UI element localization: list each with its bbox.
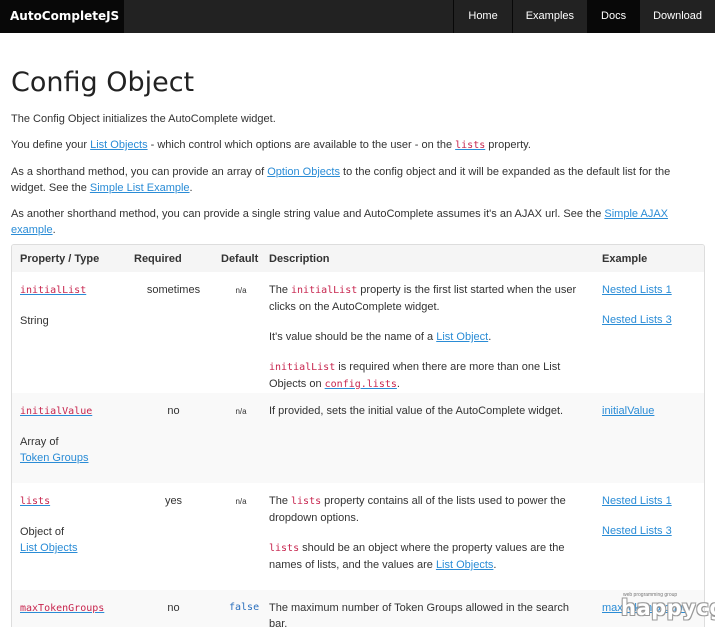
text: As another shorthand method, you can pro… — [11, 208, 605, 220]
table-header-row: Property / Type Required Default Descrip… — [12, 245, 704, 272]
header-description: Description — [261, 245, 594, 272]
config-lists-link: config.lists — [325, 378, 397, 390]
header-default: Default — [221, 245, 261, 272]
description-cell: If provided, sets the initial value of t… — [261, 393, 594, 483]
code[interactable]: maxTokenGroups — [20, 603, 104, 614]
type-label: String — [20, 315, 49, 327]
header-property: Property / Type — [12, 245, 134, 272]
property-cell: initialList String — [12, 272, 134, 393]
config-table-panel: Property / Type Required Default Descrip… — [11, 244, 705, 627]
top-navbar: AutoCompleteJS Home Examples Docs Downlo… — [0, 0, 715, 33]
default-cell: n/a — [235, 286, 247, 295]
table-row: initialValue Array of Token Groups no n/… — [12, 393, 704, 483]
brand-link[interactable]: AutoCompleteJS — [0, 0, 124, 33]
required-cell: no — [134, 590, 221, 627]
code[interactable]: lists — [20, 496, 50, 507]
header-example: Example — [594, 245, 704, 272]
list-objects-desc-link[interactable]: List Objects — [436, 559, 493, 571]
table-row: lists Object of List Objects yes n/a The… — [12, 483, 704, 590]
default-cell: n/a — [235, 497, 247, 506]
list-objects-link[interactable]: List Objects — [90, 139, 147, 151]
property-cell: maxTokenGroups — [12, 590, 134, 627]
text: . — [396, 378, 400, 390]
code: lists — [269, 543, 300, 554]
description-cell: The lists property contains all of the l… — [261, 483, 594, 590]
text: As a shorthand method, you can provide a… — [11, 166, 268, 178]
list-object-link[interactable]: List Object — [436, 331, 488, 343]
nav-menu: Home Examples Docs Download — [453, 0, 715, 33]
code[interactable]: initialValue — [20, 406, 92, 417]
code[interactable]: initialList — [20, 285, 86, 296]
text: property. — [485, 139, 531, 151]
code: initialList — [291, 285, 358, 296]
example-link-initialValue[interactable]: initialValue — [602, 405, 654, 417]
default-cell: false — [221, 590, 261, 627]
required-cell: no — [134, 393, 221, 483]
example-link-nested-lists-1[interactable]: Nested Lists 1 — [602, 284, 672, 296]
required-cell: yes — [164, 495, 183, 507]
type-label: Array of — [20, 436, 59, 448]
maxTokenGroups-link: maxTokenGroups — [20, 602, 104, 614]
text: should be an object where the property v… — [269, 542, 565, 571]
page-title: Config Object — [11, 67, 195, 98]
table-row: initialList String sometimes n/a The ini… — [12, 272, 704, 393]
code: initialList — [269, 362, 336, 373]
text: - which control which options are availa… — [147, 139, 456, 151]
text: The — [269, 495, 292, 507]
property-cell: initialValue Array of Token Groups — [12, 393, 134, 483]
intro-paragraph-4: As another shorthand method, you can pro… — [11, 206, 705, 238]
example-link-nested-lists-3[interactable]: Nested Lists 3 — [602, 314, 672, 326]
nav-download[interactable]: Download — [639, 0, 715, 33]
code: lists — [291, 496, 322, 507]
initialValue-link: initialValue — [20, 405, 92, 417]
text: . — [493, 559, 497, 571]
example-cell: Nested Lists 1 Nested Lists 3 — [594, 483, 704, 590]
example-link-nested-lists-1[interactable]: Nested Lists 1 — [602, 495, 672, 507]
intro-paragraph-3: As a shorthand method, you can provide a… — [11, 164, 705, 196]
text: . — [52, 224, 56, 236]
default-cell: n/a — [221, 393, 261, 483]
property-cell: lists Object of List Objects — [12, 483, 134, 590]
simple-list-example-link[interactable]: Simple List Example — [90, 182, 190, 194]
list-objects-type-link[interactable]: List Objects — [20, 542, 77, 554]
nav-examples[interactable]: Examples — [511, 0, 587, 33]
example-cell: Nested Lists 1 Nested Lists 3 — [594, 272, 704, 393]
text: You define your — [11, 139, 91, 151]
code[interactable]: config.lists — [325, 379, 397, 390]
text: . — [488, 331, 492, 343]
text: . — [189, 182, 193, 194]
text: It's value should be the name of a — [269, 331, 437, 343]
watermark-logo: web programming group happycgi — [613, 592, 715, 624]
main-content: Config Object The Config Object initiali… — [11, 33, 705, 238]
nav-docs[interactable]: Docs — [587, 0, 640, 33]
required-cell: sometimes — [146, 284, 201, 296]
code[interactable]: lists — [455, 140, 485, 151]
text: The — [269, 284, 292, 296]
intro-paragraph-1: The Config Object initializes the AutoCo… — [11, 113, 276, 125]
watermark-text: happycgi — [621, 596, 715, 620]
example-cell: initialValue — [594, 393, 704, 483]
lists-link: lists — [20, 495, 50, 507]
lists-property-link: lists — [455, 139, 485, 151]
type-label: Object of — [20, 526, 65, 538]
description-cell: The maximum number of Token Groups allow… — [261, 590, 594, 627]
option-objects-link[interactable]: Option Objects — [267, 166, 340, 178]
nav-home[interactable]: Home — [453, 0, 511, 33]
intro-paragraph-2: You define your List Objects - which con… — [11, 137, 705, 154]
token-groups-link[interactable]: Token Groups — [20, 452, 88, 464]
initialList-link: initialList — [20, 284, 86, 296]
header-required: Required — [134, 245, 221, 272]
config-table: Property / Type Required Default Descrip… — [12, 245, 704, 627]
table-row: maxTokenGroups no false The maximum numb… — [12, 590, 704, 627]
description-cell: The initialList property is the first li… — [261, 272, 594, 393]
example-link-nested-lists-3[interactable]: Nested Lists 3 — [602, 525, 672, 537]
